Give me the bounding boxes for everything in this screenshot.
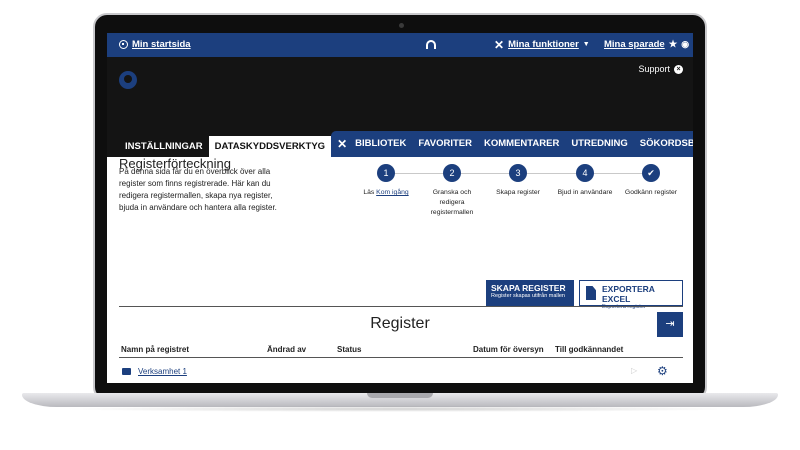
step-5-label: Godkänn register [624, 189, 678, 196]
create-register-title: SKAPA REGISTER [491, 283, 566, 293]
step-1: 1 Läs Kom igång [356, 164, 416, 198]
tab-kommentarer[interactable]: KOMMENTARER [478, 131, 565, 157]
step-4-label: Bjud in användare [557, 189, 613, 196]
page-intro: På denna sida får du en överblick över a… [119, 167, 277, 212]
create-register-button[interactable]: SKAPA REGISTER Register skapas utifrån m… [486, 280, 574, 306]
col-changed-by[interactable]: Ändrad av [267, 345, 306, 354]
export-excel-title: EXPORTERA EXCEL [602, 284, 655, 304]
caret-down-icon: ▼ [582, 41, 590, 48]
export-excel-button[interactable]: EXPORTERA EXCEL Exportera register [579, 280, 683, 310]
folder-icon [122, 368, 131, 375]
section-divider [119, 306, 683, 307]
step-3: 3 Skapa register [488, 164, 548, 198]
table-header: Namn på registret Ändrad av Status Datum… [119, 345, 683, 358]
progress-steps: 1 Läs Kom igång 2 Granska och redigera r… [354, 164, 677, 224]
tools-icon: ✕ [494, 37, 505, 52]
get-started-link[interactable]: Kom igång [376, 189, 409, 196]
tools-icon: ✕ [337, 137, 348, 151]
checkmark-icon: ✔ [642, 164, 660, 182]
step-5: ✔ Godkänn register [621, 164, 681, 198]
col-name[interactable]: Namn på registret [121, 345, 189, 354]
col-approval[interactable]: Till godkännandet [555, 345, 623, 354]
support-label: Support [638, 64, 670, 74]
laptop-base [22, 393, 778, 407]
import-button[interactable]: ⇥ [657, 312, 683, 337]
tab-group-tools: ✕ BIBLIOTEK FAVORITER KOMMENTARER UTREDN… [331, 131, 693, 157]
functions-link[interactable]: Mina funktioner [508, 39, 579, 50]
camera-dot [399, 23, 404, 28]
tab-installningar[interactable]: INSTÄLLNINGAR [119, 136, 209, 157]
support-link[interactable]: Support × [638, 64, 683, 74]
step-4-circle: 4 [576, 164, 594, 182]
tab-utredning[interactable]: UTREDNING [565, 131, 633, 157]
register-heading: Register [370, 315, 430, 332]
star-icon: ★ [668, 39, 678, 50]
table-row: Verksamhet 1 ▷ ⚙ [119, 364, 683, 379]
tab-sokordsbevakning[interactable]: SÖKORDSBEVAKNING [634, 131, 693, 157]
close-circle-icon: × [674, 64, 683, 74]
home-link-wrap[interactable]: Min startsida [119, 39, 191, 50]
step-2: 2 Granska och redigera registermallen [422, 164, 482, 218]
step-2-circle: 2 [443, 164, 461, 182]
create-register-sub: Register skapas utifrån mallen [491, 293, 565, 299]
main-content: Registerförteckning På denna sida får du… [107, 156, 693, 383]
eye-icon: ◉ [681, 39, 690, 49]
step-2-label: Granska och redigera registermallen [430, 189, 474, 216]
avatar[interactable] [119, 71, 137, 89]
col-review-date[interactable]: Datum för översyn [473, 345, 544, 354]
saved-menu[interactable]: Mina sparade ★ ◉ [604, 39, 689, 50]
laptop-base-notch [367, 393, 433, 398]
tab-dataskyddsverktyg[interactable]: DATASKYDDSVERKTYG [208, 136, 332, 157]
register-link[interactable]: Verksamhet 1 [138, 367, 187, 376]
home-link[interactable]: Min startsida [132, 39, 191, 50]
step-3-circle: 3 [509, 164, 527, 182]
document-icon [586, 286, 596, 300]
import-icon: ⇥ [665, 318, 675, 330]
send-icon: ▷ [631, 366, 638, 375]
saved-link[interactable]: Mina sparade [604, 39, 665, 50]
functions-menu[interactable]: ✕ Mina funktioner ▼ [494, 37, 590, 52]
gear-icon[interactable]: ⚙ [657, 364, 668, 378]
main-tabs: INSTÄLLNINGAR DATASKYDDSVERKTYG ✕ BIBLIO… [107, 129, 693, 157]
home-icon [119, 40, 128, 49]
headset-icon[interactable] [426, 40, 436, 49]
step-1-label: Läs Kom igång [356, 188, 416, 198]
step-4: 4 Bjud in användare [555, 164, 615, 198]
step-1-prefix: Läs [363, 189, 377, 196]
step-3-label: Skapa register [496, 189, 540, 196]
laptop-shadow [60, 406, 740, 412]
header-band: Support × INSTÄLLNINGAR DATASKYDDSVERKTY… [107, 57, 693, 157]
screen: Min startsida ✕ Mina funktioner ▼ Mina s… [107, 33, 693, 383]
export-excel-sub: Exportera register [602, 304, 646, 310]
step-1-circle: 1 [377, 164, 395, 182]
tab-favoriter[interactable]: FAVORITER [412, 131, 478, 157]
tab-bibliotek[interactable]: BIBLIOTEK [349, 131, 412, 157]
col-status[interactable]: Status [337, 345, 361, 354]
top-bar: Min startsida ✕ Mina funktioner ▼ Mina s… [107, 33, 693, 57]
